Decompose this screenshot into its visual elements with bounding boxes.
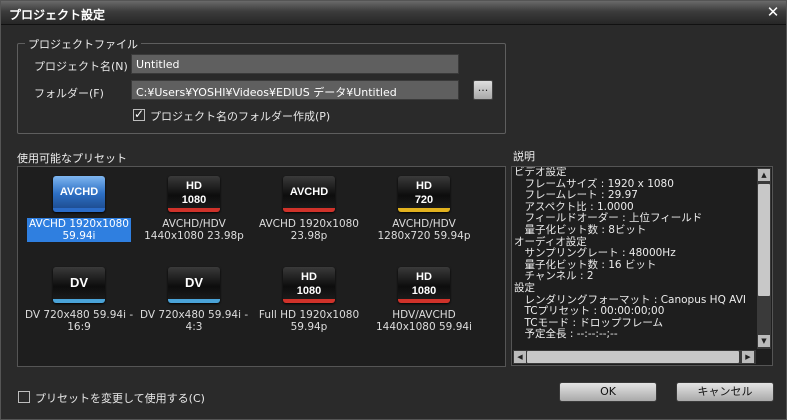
preset-name: AVCHD 1920x1080 59.94i xyxy=(26,218,131,242)
hd1080-icon: HD 1080 xyxy=(398,267,450,303)
vertical-scroll-thumb[interactable] xyxy=(758,184,770,296)
preset-name: HDV/AVCHD 1440x1080 59.94i xyxy=(376,309,472,333)
presets-label: 使用可能なプリセット xyxy=(17,152,127,165)
preset-name: DV 720x480 59.94i -16:9 xyxy=(25,309,134,333)
description-label: 説明 xyxy=(513,150,535,163)
title-bar[interactable]: プロジェクト設定 ✕ xyxy=(1,1,786,25)
preset-name: DV 720x480 59.94i -4:3 xyxy=(140,309,249,333)
project-file-legend: プロジェクトファイル xyxy=(25,36,141,52)
preset-item[interactable]: DV DV 720x480 59.94i -4:3 xyxy=(140,267,248,333)
window-title: プロジェクト設定 xyxy=(9,8,106,22)
modify-preset-checkbox[interactable] xyxy=(18,391,30,403)
description-line: TCプリセット : 00:00:00;00 xyxy=(514,305,665,318)
hd720-icon: HD 720 xyxy=(398,176,450,212)
vertical-scrollbar[interactable]: ▲ ▼ xyxy=(757,168,771,349)
scroll-up-icon[interactable]: ▲ xyxy=(758,169,770,181)
preset-name: AVCHD/HDV 1440x1080 23.98p xyxy=(144,218,244,242)
dv-icon: DV xyxy=(53,267,105,303)
description-line: 量子化ビット数 : 8ビット xyxy=(514,223,647,236)
avchd-icon: AVCHD xyxy=(53,176,105,212)
cancel-button[interactable]: キャンセル xyxy=(676,382,774,402)
modify-preset-label: プリセットを変更して使用する(C) xyxy=(35,392,205,405)
preset-name: AVCHD 1920x1080 23.98p xyxy=(258,218,359,242)
project-settings-dialog: プロジェクト設定 ✕ プロジェクトファイル プロジェクト名(N) Untitle… xyxy=(0,0,787,420)
preset-name: AVCHD/HDV 1280x720 59.94p xyxy=(377,218,471,242)
scroll-down-icon[interactable]: ▼ xyxy=(758,335,770,347)
preset-item[interactable]: DV DV 720x480 59.94i -16:9 xyxy=(25,267,133,333)
preset-list[interactable]: AVCHD AVCHD 1920x1080 59.94i HD 1080 AVCHD… xyxy=(17,166,506,367)
folder-label: フォルダー(F) xyxy=(34,87,104,100)
horizontal-scroll-thumb[interactable] xyxy=(527,351,739,363)
preset-item[interactable]: AVCHD AVCHD 1920x1080 23.98p xyxy=(255,176,363,242)
dv-icon: DV xyxy=(168,267,220,303)
project-name-label: プロジェクト名(N) xyxy=(34,60,128,73)
preset-item[interactable]: HD 720 AVCHD/HDV 1280x720 59.94p xyxy=(370,176,478,242)
preset-item[interactable]: HD 1080 AVCHD/HDV 1440x1080 23.98p xyxy=(140,176,248,242)
browse-button[interactable]: ... xyxy=(473,80,493,100)
description-panel: ビデオ設定 フレームサイズ : 1920 x 1080 フレームレート : 29… xyxy=(511,166,773,366)
create-folder-checkbox[interactable] xyxy=(133,107,145,121)
preset-item[interactable]: AVCHD AVCHD 1920x1080 59.94i xyxy=(25,176,133,242)
preset-item[interactable]: HD 1080 HDV/AVCHD 1440x1080 59.94i xyxy=(370,267,478,333)
scroll-left-icon[interactable]: ◀ xyxy=(514,351,526,363)
hd1080-icon: HD 1080 xyxy=(168,176,220,212)
description-line: ビデオ設定 xyxy=(514,167,567,178)
description-line: チャンネル : 2 xyxy=(514,270,594,283)
description-line: サンプリングレート : 48000Hz xyxy=(514,247,676,260)
scroll-right-icon[interactable]: ▶ xyxy=(742,351,754,363)
horizontal-scrollbar[interactable]: ◀ ▶ xyxy=(513,350,756,364)
folder-input[interactable]: C:¥Users¥YOSHI¥Videos¥EDIUS データ¥Untitled xyxy=(131,80,459,100)
description-line: 予定全長 : --:--:--;-- xyxy=(514,328,618,341)
description-line: 設定 xyxy=(514,281,535,294)
preset-item[interactable]: HD 1080 Full HD 1920x1080 59.94p xyxy=(255,267,363,333)
description-text: ビデオ設定 フレームサイズ : 1920 x 1080 フレームレート : 29… xyxy=(514,167,758,349)
close-icon[interactable]: ✕ xyxy=(764,4,782,22)
preset-name: Full HD 1920x1080 59.94p xyxy=(258,309,360,333)
avchd-icon: AVCHD xyxy=(283,176,335,212)
ok-button[interactable]: OK xyxy=(559,382,657,402)
project-name-input[interactable]: Untitled xyxy=(131,54,459,74)
hd1080-icon: HD 1080 xyxy=(283,267,335,303)
create-folder-label: プロジェクト名のフォルダー作成(P) xyxy=(150,110,331,123)
